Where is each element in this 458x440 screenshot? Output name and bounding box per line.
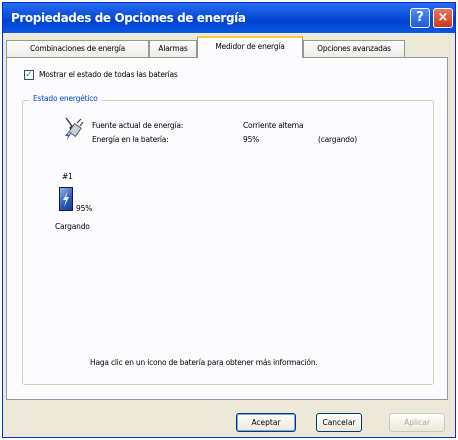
cancel-button[interactable]: Cancelar (316, 413, 362, 432)
tab-combinaciones[interactable]: Combinaciones de energía (6, 40, 149, 57)
accept-button[interactable]: Aceptar (236, 413, 296, 432)
close-button[interactable]: × (433, 8, 453, 28)
battery-index: #1 (62, 172, 73, 181)
tab-medidor[interactable]: Medidor de energía (197, 36, 303, 58)
status-groupbox (22, 100, 434, 385)
tab-alarmas[interactable]: Alarmas (149, 40, 197, 57)
group-label: Estado energético (30, 94, 101, 103)
tab-strip: Combinaciones de energía Alarmas Medidor… (6, 36, 448, 58)
battery-energy-state: (cargando) (318, 135, 357, 144)
hint-text: Haga clic en un icono de batería para ob… (90, 358, 318, 367)
source-label: Fuente actual de energía: (92, 121, 184, 130)
window-title: Propiedades de Opciones de energía (11, 11, 246, 25)
battery-percent: 95% (76, 204, 93, 213)
battery-energy-label: Energía en la batería: (92, 135, 169, 144)
apply-button[interactable]: Aplicar (389, 413, 445, 432)
battery-energy-value: 95% (243, 135, 260, 144)
title-bar[interactable]: Propiedades de Opciones de energía ? × (3, 3, 455, 33)
show-all-label[interactable]: Mostrar el estado de todas las baterías (39, 70, 178, 79)
battery-status: Cargando (55, 222, 90, 231)
power-plug-icon (65, 117, 84, 140)
show-all-checkbox[interactable]: ✓ (24, 70, 34, 80)
help-button[interactable]: ? (410, 8, 430, 28)
tab-opciones-avanzadas[interactable]: Opciones avanzadas (303, 40, 405, 57)
battery-charging-icon[interactable] (59, 187, 73, 211)
source-value: Corriente alterna (243, 121, 304, 130)
